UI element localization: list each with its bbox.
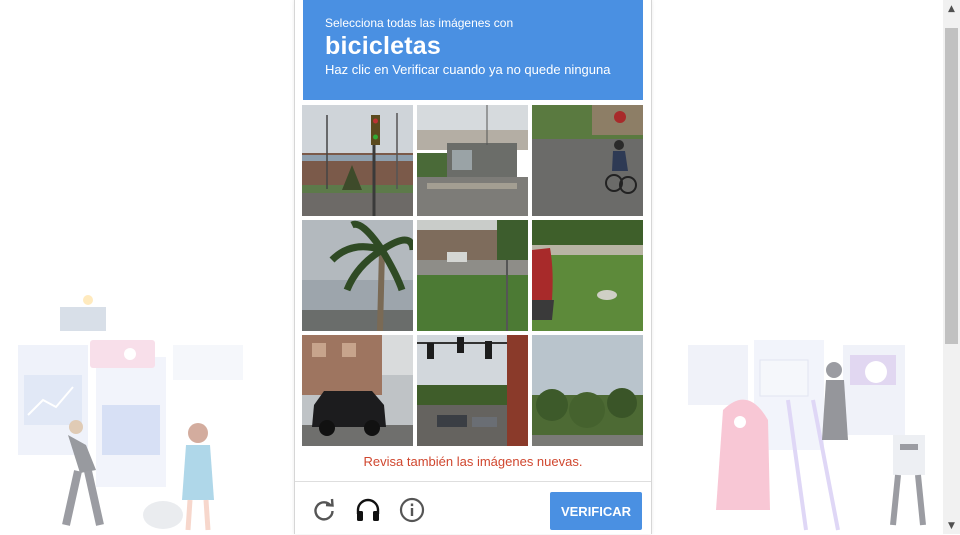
verify-button[interactable]: VERIFICAR [550,492,642,530]
image-tile-2[interactable] [417,105,528,216]
challenge-header: Selecciona todas las imágenes con bicicl… [303,0,643,100]
image-grid [302,105,645,447]
background-illustration-left [18,295,243,531]
image-tile-1[interactable] [302,105,413,216]
page-scrollbar[interactable]: ▲ ▼ [943,0,960,534]
image-tile-6[interactable] [532,220,643,331]
instruction-text: Selecciona todas las imágenes con [325,16,514,30]
headphones-icon[interactable] [354,496,382,524]
scrollbar-thumb[interactable] [945,28,958,344]
instruction-subtext: Haz clic en Verificar cuando ya no quede… [325,62,611,77]
scroll-down-arrow-icon[interactable]: ▼ [943,517,960,534]
captcha-challenge: Selecciona todas las imágenes con bicicl… [294,0,652,534]
challenge-footer: VERIFICAR [295,481,651,535]
image-tile-8[interactable] [417,335,528,446]
challenge-keyword: bicicletas [325,32,441,60]
image-tile-9[interactable] [532,335,643,446]
image-tile-5[interactable] [417,220,528,331]
image-tile-3[interactable] [532,105,643,216]
image-tile-7[interactable] [302,335,413,446]
notice-text: Revisa también las imágenes nuevas. [363,454,583,469]
reload-icon[interactable] [310,496,338,524]
scroll-up-arrow-icon[interactable]: ▲ [943,0,960,17]
info-icon[interactable] [398,496,426,524]
background-illustration-right [688,340,926,531]
image-tile-4[interactable] [302,220,413,331]
